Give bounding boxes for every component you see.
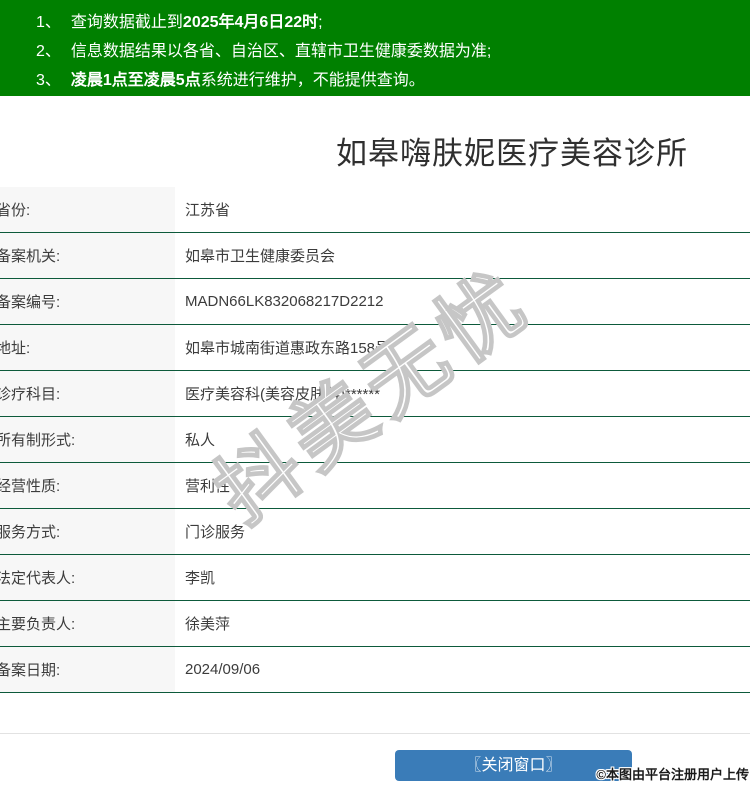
notice-number: 1、 — [36, 14, 61, 31]
row-label-text: 法定代表人: — [0, 567, 75, 588]
row-label-text: 备案日期: — [0, 659, 60, 680]
row-label: 所有制形式: — [0, 417, 175, 462]
row-label-text: 诊疗科目: — [0, 383, 60, 404]
row-label: 经营性质: — [0, 463, 175, 508]
row-label-text: 省份: — [0, 199, 30, 220]
table-row-ownership-form: 所有制形式: 私人 — [0, 417, 750, 463]
page-title: 如皋嗨肤妮医疗美容诊所 — [336, 128, 688, 173]
notice-text: 系统进行维护，不能提供查询。 — [201, 72, 425, 89]
table-row-legal-representative: 法定代表人: 李凯 — [0, 555, 750, 601]
row-value: 2024/09/06 — [175, 647, 750, 692]
row-label-text: 经营性质: — [0, 475, 60, 496]
row-value: MADN66LK832068217D2212 — [175, 279, 750, 324]
row-value: 营利性 — [175, 463, 750, 508]
row-label-text: 服务方式: — [0, 521, 60, 542]
row-label-text: 所有制形式: — [0, 429, 75, 450]
row-label: 备案机关: — [0, 233, 175, 278]
notice-line-2: 2、信息数据结果以各省、自治区、直辖市卫生健康委数据为准; — [36, 37, 750, 66]
notice-text-bold: 2025年4月6日22时 — [183, 14, 318, 31]
notice-banner: 1、查询数据截止到2025年4月6日22时; 2、信息数据结果以各省、自治区、直… — [0, 0, 750, 96]
table-row-business-nature: 经营性质: 营利性 — [0, 463, 750, 509]
row-label: 服务方式: — [0, 509, 175, 554]
row-label-text: 备案机关: — [0, 245, 60, 266]
row-value: 李凯 — [175, 555, 750, 600]
table-row-filing-authority: 备案机关: 如皋市卫生健康委员会 — [0, 233, 750, 279]
row-label: 地址: — [0, 325, 175, 370]
row-label-text: 主要负责人: — [0, 613, 75, 634]
institution-info-table: 省份: 江苏省 备案机关: 如皋市卫生健康委员会 备案编号: MADN66LK8… — [0, 187, 750, 693]
table-row-address: 地址: 如皋市城南街道惠政东路158号 — [0, 325, 750, 371]
row-value: 如皋市卫生健康委员会 — [175, 233, 750, 278]
footer-divider — [0, 733, 750, 734]
copyright-watermark: ©本图由平台注册用户上传 — [596, 764, 749, 783]
table-row-filing-number: 备案编号: MADN66LK832068217D2212 — [0, 279, 750, 325]
table-row-filing-date: 备案日期: 2024/09/06 — [0, 647, 750, 693]
row-label: 省份: — [0, 187, 175, 232]
row-value: 私人 — [175, 417, 750, 462]
row-label: 备案编号: — [0, 279, 175, 324]
table-row-province: 省份: 江苏省 — [0, 187, 750, 233]
notice-text: 查询数据截止到 — [71, 14, 183, 31]
notice-number: 3、 — [36, 72, 61, 89]
table-row-medical-subjects: 诊疗科目: 医疗美容科(美容皮肤科)****** — [0, 371, 750, 417]
row-label-text: 备案编号: — [0, 291, 60, 312]
row-value: 徐美萍 — [175, 601, 750, 646]
table-row-main-person-in-charge: 主要负责人: 徐美萍 — [0, 601, 750, 647]
notice-text-bold: 凌晨1点至凌晨5点 — [71, 72, 201, 89]
table-row-service-mode: 服务方式: 门诊服务 — [0, 509, 750, 555]
notice-number: 2、 — [36, 43, 61, 60]
notice-line-3: 3、凌晨1点至凌晨5点系统进行维护，不能提供查询。 — [36, 66, 750, 95]
row-label: 法定代表人: — [0, 555, 175, 600]
row-label: 主要负责人: — [0, 601, 175, 646]
notice-line-1: 1、查询数据截止到2025年4月6日22时; — [36, 8, 750, 37]
notice-text: 信息数据结果以各省、自治区、直辖市卫生健康委数据为准; — [71, 43, 491, 60]
row-value: 医疗美容科(美容皮肤科)****** — [175, 371, 750, 416]
row-label: 诊疗科目: — [0, 371, 175, 416]
row-label-text: 地址: — [0, 337, 30, 358]
notice-text: ; — [318, 14, 322, 31]
row-value: 门诊服务 — [175, 509, 750, 554]
row-value: 江苏省 — [175, 187, 750, 232]
row-label: 备案日期: — [0, 647, 175, 692]
row-value: 如皋市城南街道惠政东路158号 — [175, 325, 750, 370]
